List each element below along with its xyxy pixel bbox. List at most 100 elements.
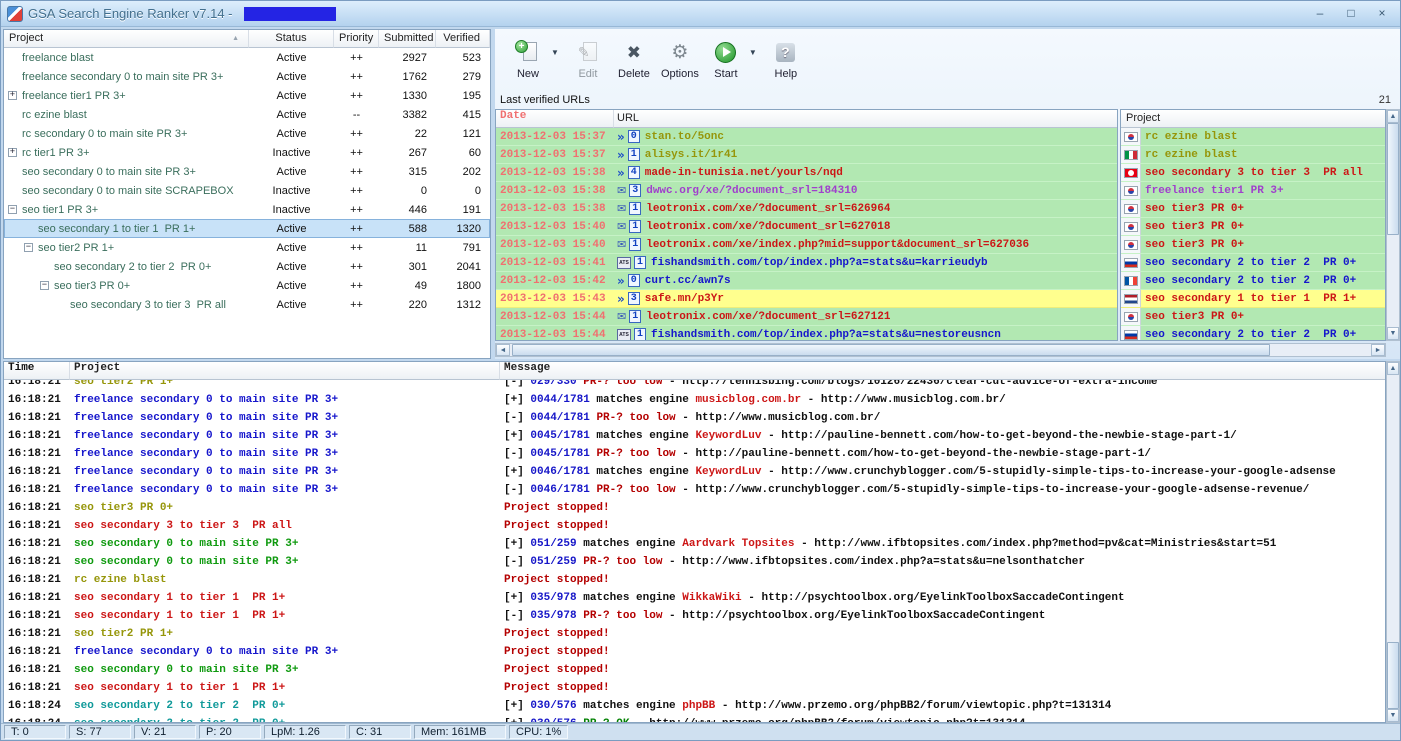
verified-url-row[interactable]: 2013-12-03 15:40✉1leotronix.com/xe/?docu… xyxy=(496,218,1117,236)
verified-url-link[interactable]: fishandsmith.com/top/index.php?a=stats&u… xyxy=(651,257,988,269)
close-button[interactable]: × xyxy=(1370,6,1394,22)
verified-url-project-row[interactable]: freelance tier1 PR 3+ xyxy=(1121,182,1385,200)
column-header-message[interactable]: Message xyxy=(500,362,1385,380)
scroll-down-arrow[interactable]: ▼ xyxy=(1387,709,1399,722)
verified-url-link[interactable]: leotronix.com/xe/index.php?mid=support&d… xyxy=(646,239,1029,251)
log-row[interactable]: 16:18:21freelance secondary 0 to main si… xyxy=(4,445,1385,463)
log-row[interactable]: 16:18:21seo secondary 1 to tier 1 PR 1+P… xyxy=(4,679,1385,697)
column-header-url[interactable]: URL xyxy=(614,110,1117,128)
verified-url-project-row[interactable]: seo tier3 PR 0+ xyxy=(1121,236,1385,254)
help-button[interactable]: ? Help xyxy=(763,32,809,88)
verified-url-link[interactable]: curt.cc/awn7s xyxy=(645,275,731,287)
verified-url-row[interactable]: 2013-12-03 15:37»1alisys.it/1r41 xyxy=(496,146,1117,164)
verified-url-project-row[interactable]: seo tier3 PR 0+ xyxy=(1121,200,1385,218)
verified-url-row[interactable]: 2013-12-03 15:44ATS1fishandsmith.com/top… xyxy=(496,326,1117,340)
verified-urls-horizontal-scrollbar[interactable]: ◄ ► xyxy=(495,343,1386,357)
start-button[interactable]: Start xyxy=(703,32,749,88)
column-header-date[interactable]: Date xyxy=(496,110,614,128)
expand-icon[interactable]: + xyxy=(8,148,17,157)
log-row[interactable]: 16:18:21freelance secondary 0 to main si… xyxy=(4,643,1385,661)
project-tree-row[interactable]: seo secondary 2 to tier 2 PR 0+Active++3… xyxy=(4,257,490,276)
scroll-track[interactable] xyxy=(1387,123,1399,327)
verified-url-link[interactable]: dwwc.org/xe/?document_srl=184310 xyxy=(646,185,857,197)
verified-url-project-row[interactable]: seo secondary 1 to tier 1 PR 1+ xyxy=(1121,290,1385,308)
verified-url-link[interactable]: leotronix.com/xe/?document_srl=626964 xyxy=(646,203,890,215)
verified-urls-vertical-scrollbar[interactable]: ▲ ▼ xyxy=(1386,109,1400,341)
log-row[interactable]: 16:18:21freelance secondary 0 to main si… xyxy=(4,481,1385,499)
log-row[interactable]: 16:18:21seo tier2 PR 1+[-] 029/330 PR-? … xyxy=(4,380,1385,391)
column-header-time[interactable]: Time xyxy=(4,362,70,380)
log-vertical-scrollbar[interactable]: ▲ ▼ xyxy=(1386,361,1400,723)
project-tree-row[interactable]: +freelance tier1 PR 3+Active++1330195 xyxy=(4,86,490,105)
verified-url-link[interactable]: alisys.it/1r41 xyxy=(645,149,737,161)
verified-url-project-row[interactable]: rc ezine blast xyxy=(1121,146,1385,164)
project-tree-row[interactable]: seo secondary 3 to tier 3 PR allActive++… xyxy=(4,295,490,314)
log-row[interactable]: 16:18:21freelance secondary 0 to main si… xyxy=(4,463,1385,481)
verified-url-link[interactable]: leotronix.com/xe/?document_srl=627121 xyxy=(646,311,890,323)
column-header-verified[interactable]: Verified xyxy=(436,30,490,48)
scroll-track[interactable] xyxy=(1387,375,1399,709)
column-header-priority[interactable]: Priority xyxy=(334,30,379,48)
scroll-left-arrow[interactable]: ◄ xyxy=(496,344,510,356)
project-tree-row[interactable]: −seo tier3 PR 0+Active++491800 xyxy=(4,276,490,295)
verified-url-link[interactable]: made-in-tunisia.net/yourls/nqd xyxy=(645,167,843,179)
verified-url-link[interactable]: safe.mn/p3Yr xyxy=(645,293,724,305)
column-header-project[interactable]: Project ▲ xyxy=(4,30,249,48)
column-header-log-project[interactable]: Project xyxy=(70,362,500,380)
verified-url-row[interactable]: 2013-12-03 15:43»3safe.mn/p3Yr xyxy=(496,290,1117,308)
verified-url-project-row[interactable]: seo secondary 2 to tier 2 PR 0+ xyxy=(1121,326,1385,340)
new-button[interactable]: + New xyxy=(505,32,551,88)
log-row[interactable]: 16:18:21seo secondary 1 to tier 1 PR 1+[… xyxy=(4,607,1385,625)
log-row[interactable]: 16:18:21seo tier3 PR 0+Project stopped! xyxy=(4,499,1385,517)
log-row[interactable]: 16:18:24seo secondary 2 to tier 2 PR 0+[… xyxy=(4,715,1385,722)
verified-url-link[interactable]: stan.to/5onc xyxy=(645,131,724,143)
verified-url-link[interactable]: leotronix.com/xe/?document_srl=627018 xyxy=(646,221,890,233)
log-row[interactable]: 16:18:21freelance secondary 0 to main si… xyxy=(4,391,1385,409)
log-row[interactable]: 16:18:24seo secondary 2 to tier 2 PR 0+[… xyxy=(4,697,1385,715)
verified-url-project-row[interactable]: seo secondary 2 to tier 2 PR 0+ xyxy=(1121,254,1385,272)
scroll-up-arrow[interactable]: ▲ xyxy=(1387,362,1399,375)
collapse-icon[interactable]: − xyxy=(40,281,49,290)
verified-url-row[interactable]: 2013-12-03 15:38»4made-in-tunisia.net/yo… xyxy=(496,164,1117,182)
log-row[interactable]: 16:18:21seo secondary 3 to tier 3 PR all… xyxy=(4,517,1385,535)
scroll-up-arrow[interactable]: ▲ xyxy=(1387,110,1399,123)
expand-icon[interactable]: + xyxy=(8,91,17,100)
delete-button[interactable]: ✖ Delete xyxy=(611,32,657,88)
verified-url-row[interactable]: 2013-12-03 15:44✉1leotronix.com/xe/?docu… xyxy=(496,308,1117,326)
log-row[interactable]: 16:18:21freelance secondary 0 to main si… xyxy=(4,427,1385,445)
maximize-button[interactable]: □ xyxy=(1339,6,1363,22)
log-row[interactable]: 16:18:21seo secondary 0 to main site PR … xyxy=(4,661,1385,679)
collapse-icon[interactable]: − xyxy=(24,243,33,252)
collapse-icon[interactable]: − xyxy=(8,205,17,214)
log-row[interactable]: 16:18:21seo secondary 1 to tier 1 PR 1+[… xyxy=(4,589,1385,607)
verified-url-project-row[interactable]: seo secondary 3 to tier 3 PR all xyxy=(1121,164,1385,182)
scroll-right-arrow[interactable]: ► xyxy=(1371,344,1385,356)
verified-url-project-row[interactable]: seo tier3 PR 0+ xyxy=(1121,218,1385,236)
project-tree-row[interactable]: +rc tier1 PR 3+Inactive++26760 xyxy=(4,143,490,162)
verified-url-row[interactable]: 2013-12-03 15:41ATS1fishandsmith.com/top… xyxy=(496,254,1117,272)
log-row[interactable]: 16:18:21rc ezine blastProject stopped! xyxy=(4,571,1385,589)
options-button[interactable]: ⚙ Options xyxy=(657,32,703,88)
scroll-thumb[interactable] xyxy=(1387,642,1399,709)
verified-url-link[interactable]: fishandsmith.com/top/index.php?a=stats&u… xyxy=(651,329,1001,341)
column-header-submitted[interactable]: Submitted xyxy=(379,30,436,48)
verified-url-row[interactable]: 2013-12-03 15:38✉3dwwc.org/xe/?document_… xyxy=(496,182,1117,200)
log-row[interactable]: 16:18:21freelance secondary 0 to main si… xyxy=(4,409,1385,427)
verified-url-project-row[interactable]: seo secondary 2 to tier 2 PR 0+ xyxy=(1121,272,1385,290)
verified-url-row[interactable]: 2013-12-03 15:42»0curt.cc/awn7s xyxy=(496,272,1117,290)
verified-url-row[interactable]: 2013-12-03 15:37»0stan.to/5onc xyxy=(496,128,1117,146)
project-tree-row[interactable]: rc ezine blastActive--3382415 xyxy=(4,105,490,124)
new-dropdown-arrow[interactable]: ▼ xyxy=(551,48,559,57)
scroll-thumb[interactable] xyxy=(1387,123,1399,235)
project-tree-row[interactable]: seo secondary 0 to main site PR 3+Active… xyxy=(4,162,490,181)
column-header-status[interactable]: Status xyxy=(249,30,334,48)
project-tree-row[interactable]: −seo tier2 PR 1+Active++11791 xyxy=(4,238,490,257)
verified-url-project-row[interactable]: rc ezine blast xyxy=(1121,128,1385,146)
edit-button[interactable]: ✎ Edit xyxy=(565,32,611,88)
project-tree-row[interactable]: rc secondary 0 to main site PR 3+Active+… xyxy=(4,124,490,143)
log-row[interactable]: 16:18:21seo tier2 PR 1+Project stopped! xyxy=(4,625,1385,643)
start-dropdown-arrow[interactable]: ▼ xyxy=(749,48,757,57)
log-row[interactable]: 16:18:21seo secondary 0 to main site PR … xyxy=(4,553,1385,571)
verified-url-project-row[interactable]: seo tier3 PR 0+ xyxy=(1121,308,1385,326)
scroll-down-arrow[interactable]: ▼ xyxy=(1387,327,1399,340)
